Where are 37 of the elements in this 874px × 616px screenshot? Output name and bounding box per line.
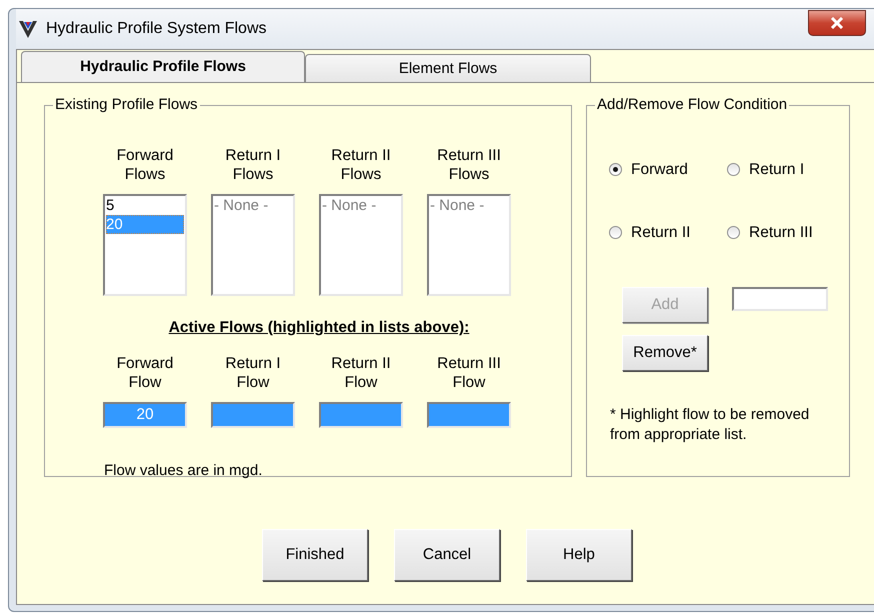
list-item: - None - bbox=[322, 196, 378, 215]
radio-button[interactable] bbox=[727, 226, 740, 240]
list-item: - None - bbox=[430, 196, 486, 215]
radio-label[interactable]: Return I bbox=[749, 158, 804, 182]
close-icon bbox=[830, 17, 844, 29]
radio-button[interactable] bbox=[609, 226, 622, 240]
column-heading: Return III Flows bbox=[436, 146, 502, 184]
flow-list[interactable]: 5 20 bbox=[103, 194, 187, 296]
window-title: Hydraulic Profile System Flows bbox=[46, 19, 266, 39]
column-heading: Forward Flows bbox=[116, 146, 174, 184]
removal-note: * Highlight flow to be removed from appropriate list. bbox=[610, 406, 810, 442]
radio-label[interactable]: Forward bbox=[631, 158, 688, 182]
radio-button[interactable] bbox=[609, 163, 622, 176]
field-label: Forward Flow bbox=[116, 354, 174, 392]
active-flow-field: 20 bbox=[103, 402, 187, 428]
close-button[interactable] bbox=[808, 10, 866, 36]
field-label: Return III Flow bbox=[436, 354, 502, 392]
field-label: Return I Flow bbox=[224, 354, 282, 392]
radio-button[interactable] bbox=[727, 163, 740, 176]
active-flows-heading: Active Flows (highlighted in lists above): bbox=[168, 319, 470, 336]
dialog-button[interactable]: Help bbox=[526, 529, 632, 581]
field-label: Return II Flow bbox=[330, 354, 392, 392]
flow-input[interactable] bbox=[732, 286, 828, 310]
list-item[interactable]: 5 bbox=[106, 196, 184, 215]
units-note: Flow values are in mgd. bbox=[104, 462, 262, 478]
dialog-button[interactable]: Finished bbox=[262, 529, 368, 581]
radio-label[interactable]: Return II bbox=[631, 221, 690, 244]
tab[interactable]: Element Flows bbox=[305, 54, 591, 82]
remove-button[interactable]: Remove* bbox=[622, 334, 708, 370]
tab[interactable]: Hydraulic Profile Flows bbox=[21, 51, 305, 82]
app-icon bbox=[18, 19, 38, 39]
radio-label[interactable]: Return III bbox=[749, 221, 813, 244]
list-item: - None - bbox=[214, 196, 270, 215]
dialog-button[interactable]: Cancel bbox=[394, 529, 500, 581]
group-title: Existing Profile Flows bbox=[53, 95, 200, 115]
column-heading: Return II Flows bbox=[330, 146, 392, 184]
column-heading: Return I Flows bbox=[224, 146, 282, 184]
